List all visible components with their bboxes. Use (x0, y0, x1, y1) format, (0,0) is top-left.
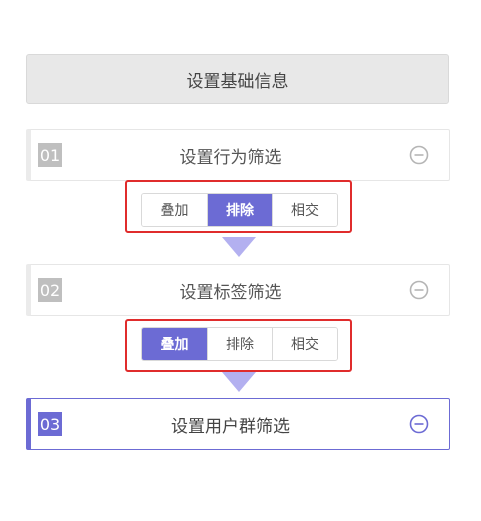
combine-mode-selector[interactable]: 叠加 排除 相交 (141, 327, 338, 361)
arrow-down-icon (222, 372, 256, 392)
filter-config-panel: 设置基础信息 01 设置行为筛选 叠加 排除 相交 02 设置标签筛选 叠加 排 (0, 0, 481, 521)
step-title: 设置用户群筛选 (171, 416, 290, 437)
step-tag-filter[interactable]: 02 设置标签筛选 (26, 264, 450, 316)
step-behavior-filter[interactable]: 01 设置行为筛选 (26, 129, 450, 181)
step-number-badge: 02 (38, 278, 62, 302)
mode-exclude-option[interactable]: 排除 (207, 328, 272, 360)
step-number-badge: 01 (38, 143, 62, 167)
arrow-down-icon (222, 237, 256, 257)
combine-mode-selector[interactable]: 叠加 排除 相交 (141, 193, 338, 227)
mode-intersect-option[interactable]: 相交 (272, 194, 337, 226)
mode-intersect-option[interactable]: 相交 (272, 328, 337, 360)
mode-exclude-option[interactable]: 排除 (207, 194, 272, 226)
basic-info-button[interactable]: 设置基础信息 (26, 54, 449, 104)
step-number-badge: 03 (38, 412, 62, 436)
step-title: 设置行为筛选 (179, 147, 282, 168)
step-title: 设置标签筛选 (179, 282, 282, 303)
mode-overlay-option[interactable]: 叠加 (142, 194, 207, 226)
minus-circle-icon[interactable] (409, 145, 429, 165)
mode-overlay-option[interactable]: 叠加 (142, 328, 207, 360)
minus-circle-icon[interactable] (409, 414, 429, 434)
step-user-group-filter[interactable]: 03 设置用户群筛选 (26, 398, 450, 450)
minus-circle-icon[interactable] (409, 280, 429, 300)
